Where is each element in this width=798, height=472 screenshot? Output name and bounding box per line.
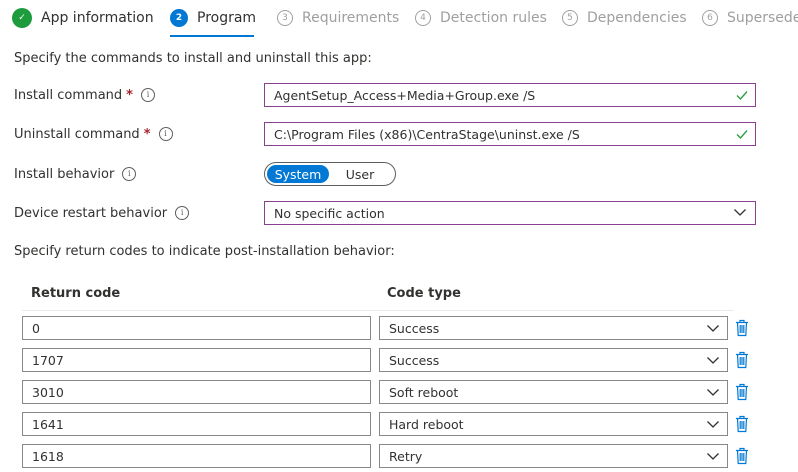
- install-command-input[interactable]: AgentSetup_Access+Media+Group.exe /S: [264, 83, 756, 107]
- valid-check-icon: [736, 130, 748, 140]
- step-label: Requirements: [302, 10, 400, 26]
- wizard-steps: ✓ App information 2 Program 3 Requiremen…: [0, 0, 798, 37]
- required-marker: *: [126, 88, 133, 103]
- toggle-option-system[interactable]: System: [267, 165, 329, 183]
- step-app-information[interactable]: ✓ App information: [12, 8, 154, 28]
- return-code-input[interactable]: 0: [22, 316, 371, 340]
- step-number: 2: [170, 9, 188, 27]
- chevron-down-icon: [707, 357, 719, 364]
- code-type-dropdown[interactable]: Success: [379, 316, 728, 340]
- valid-check-icon: [736, 91, 748, 101]
- return-code-input[interactable]: 1618: [22, 444, 371, 468]
- delete-icon[interactable]: [735, 383, 749, 401]
- header-divider: [22, 310, 734, 311]
- code-type-dropdown[interactable]: Success: [379, 348, 728, 372]
- delete-icon[interactable]: [735, 415, 749, 433]
- install-behavior-label: Install behavior i: [14, 166, 137, 182]
- return-code-input[interactable]: 1707: [22, 348, 371, 372]
- restart-behavior-label: Device restart behavior i: [14, 205, 190, 221]
- step-number: 5: [562, 10, 578, 26]
- info-icon[interactable]: i: [158, 126, 173, 141]
- return-code-input[interactable]: 3010: [22, 380, 371, 404]
- info-icon[interactable]: i: [122, 166, 137, 181]
- step-label: Program: [197, 10, 257, 26]
- info-icon[interactable]: i: [175, 205, 190, 220]
- column-header-code-type: Code type: [387, 286, 461, 301]
- step-number: 4: [415, 10, 431, 26]
- code-type-dropdown[interactable]: Hard reboot: [379, 412, 728, 436]
- step-label: App information: [41, 10, 154, 26]
- delete-icon[interactable]: [735, 319, 749, 337]
- delete-icon[interactable]: [735, 351, 749, 369]
- step-dependencies[interactable]: 5 Dependencies: [562, 8, 687, 28]
- step-number: 6: [702, 10, 718, 26]
- uninstall-command-label: Uninstall command * i: [14, 126, 173, 142]
- uninstall-command-input[interactable]: C:\Program Files (x86)\CentraStage\unins…: [264, 122, 756, 146]
- chevron-down-icon: [707, 389, 719, 396]
- step-number: 3: [277, 10, 293, 26]
- code-type-dropdown[interactable]: Soft reboot: [379, 380, 728, 404]
- commands-intro: Specify the commands to install and unin…: [14, 51, 372, 66]
- toggle-option-user[interactable]: User: [329, 165, 391, 183]
- step-detection-rules[interactable]: 4 Detection rules: [415, 8, 547, 28]
- code-type-dropdown[interactable]: Retry: [379, 444, 728, 468]
- return-codes-intro: Specify return codes to indicate post-in…: [14, 244, 395, 259]
- restart-behavior-dropdown[interactable]: No specific action: [264, 201, 756, 225]
- step-label: Superseder: [727, 10, 798, 26]
- delete-icon[interactable]: [735, 447, 749, 465]
- step-complete-check-icon: ✓: [12, 8, 32, 28]
- active-step-indicator: [170, 35, 254, 37]
- chevron-down-icon: [707, 325, 719, 332]
- step-superseder[interactable]: 6 Superseder: [702, 8, 798, 28]
- step-requirements[interactable]: 3 Requirements: [277, 8, 399, 28]
- step-label: Dependencies: [587, 10, 687, 26]
- install-command-label: Install command * i: [14, 87, 155, 103]
- required-marker: *: [143, 127, 151, 142]
- info-icon[interactable]: i: [140, 87, 155, 102]
- step-label: Detection rules: [440, 10, 547, 26]
- return-code-input[interactable]: 1641: [22, 412, 371, 436]
- chevron-down-icon: [707, 421, 719, 428]
- chevron-down-icon: [707, 453, 719, 460]
- chevron-down-icon: [734, 209, 746, 216]
- install-behavior-toggle[interactable]: System User: [264, 162, 396, 186]
- column-header-return-code: Return code: [31, 286, 121, 301]
- step-program[interactable]: 2 Program: [170, 8, 256, 28]
